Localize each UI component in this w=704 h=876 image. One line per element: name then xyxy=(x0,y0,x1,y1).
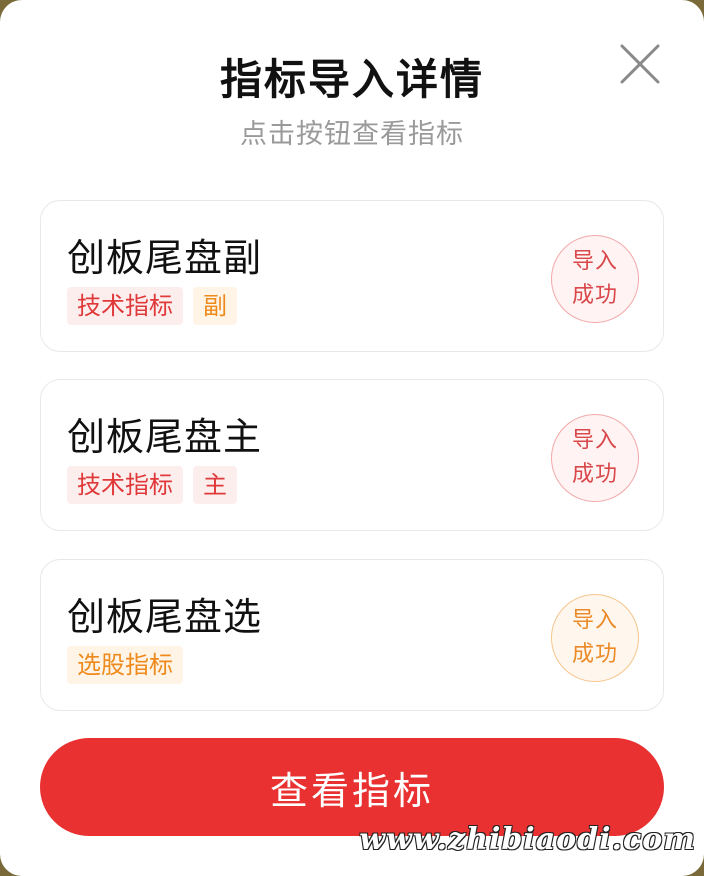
dialog-title: 指标导入详情 xyxy=(219,55,484,104)
watermark: www.zhibiaodi.com xyxy=(359,822,696,857)
import-success-badge: 导入 成功 xyxy=(551,414,639,502)
indicator-name: 创板尾盘主 xyxy=(67,415,263,459)
indicator-tags: 选股指标 xyxy=(67,646,183,684)
badge-line-1: 导入 xyxy=(571,428,618,453)
import-success-badge: 导入 成功 xyxy=(551,594,639,682)
badge-line-1: 导入 xyxy=(571,608,618,633)
tag-position: 主 xyxy=(193,466,237,504)
indicator-card[interactable]: 创板尾盘副 技术指标 副 导入 成功 xyxy=(40,200,664,352)
indicator-card[interactable]: 创板尾盘主 技术指标 主 导入 成功 xyxy=(40,379,664,531)
tag-position: 副 xyxy=(193,287,237,325)
badge-line-2: 成功 xyxy=(571,283,618,308)
import-details-dialog: 指标导入详情 点击按钮查看指标 创板尾盘副 技术指标 副 导入 成功 创板尾盘主… xyxy=(0,0,704,876)
indicator-name: 创板尾盘副 xyxy=(67,236,263,280)
dialog-subtitle: 点击按钮查看指标 xyxy=(240,119,464,150)
badge-line-2: 成功 xyxy=(571,462,618,487)
import-success-badge: 导入 成功 xyxy=(551,235,639,323)
close-icon xyxy=(620,44,660,84)
indicator-tags: 技术指标 主 xyxy=(67,466,237,504)
indicator-tags: 技术指标 副 xyxy=(67,287,237,325)
indicator-card[interactable]: 创板尾盘选 选股指标 导入 成功 xyxy=(40,559,664,711)
tag-type: 技术指标 xyxy=(67,287,183,325)
tag-type: 选股指标 xyxy=(67,646,183,684)
tag-type: 技术指标 xyxy=(67,466,183,504)
close-button[interactable] xyxy=(616,40,664,88)
badge-line-1: 导入 xyxy=(571,249,618,274)
indicator-name: 创板尾盘选 xyxy=(67,595,263,639)
badge-line-2: 成功 xyxy=(571,642,618,667)
